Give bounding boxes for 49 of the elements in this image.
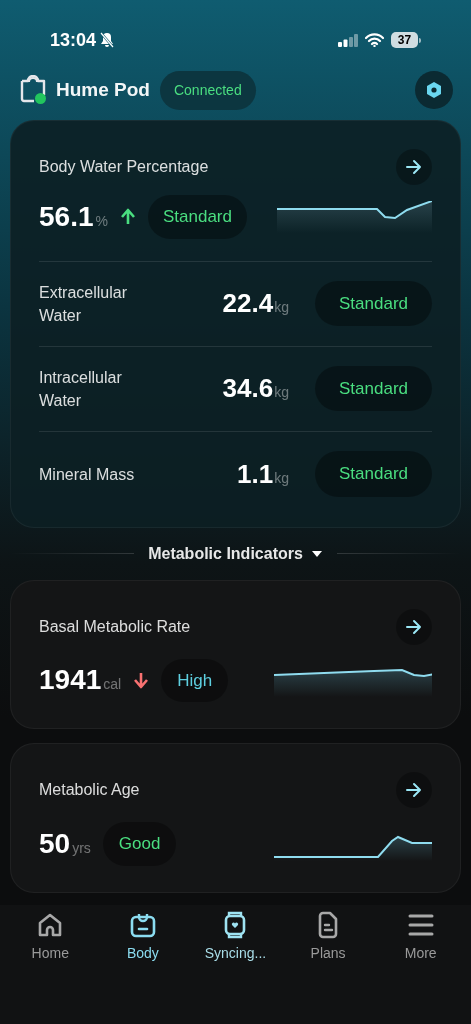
metric-value: 56.1 (39, 199, 94, 234)
metric-value: 22.4 (222, 287, 274, 320)
metric-unit: kg (274, 298, 289, 317)
metric-title: Metabolic Age (39, 780, 140, 800)
clipboard-icon (128, 911, 157, 939)
tab-item[interactable]: Syncing... (190, 911, 281, 1024)
metric-value: 1.1 (237, 457, 274, 491)
detail-arrow-button[interactable] (396, 149, 432, 185)
arrow-up-icon (119, 208, 136, 226)
status-time: 13:04 (50, 28, 97, 52)
tab-item[interactable]: Home (5, 911, 96, 1024)
arrow-right-icon (405, 159, 423, 175)
metric-unit: % (95, 211, 108, 231)
tab-item[interactable]: Body (97, 911, 188, 1024)
metric-unit: yrs (72, 838, 91, 858)
metric-value: 34.6 (222, 372, 274, 405)
wifi-icon (365, 33, 384, 47)
metric-value: 50 (39, 826, 71, 861)
metric-unit: kg (274, 468, 289, 488)
settings-icon (425, 81, 443, 99)
metric-title: Body Water Percentage (39, 157, 209, 177)
connection-badge: Connected (159, 70, 256, 110)
metric-unit: cal (103, 675, 122, 695)
settings-button[interactable] (415, 71, 453, 109)
status-badge: Standard (315, 451, 432, 497)
signal-icon (338, 33, 358, 47)
metric-label: Intracellular Water (39, 367, 123, 411)
metric-label: Mineral Mass (39, 464, 136, 485)
metric-unit: kg (274, 383, 289, 402)
metric-label: Extracellular Water (39, 282, 129, 326)
metric-value: 1941 (39, 663, 102, 698)
section-toggle[interactable]: Metabolic Indicators (148, 541, 323, 566)
status-badge: Good (102, 822, 177, 866)
arrow-down-icon (133, 671, 150, 689)
detail-arrow-button[interactable] (396, 608, 432, 645)
status-badge: High (161, 658, 229, 702)
detail-arrow-button[interactable] (396, 772, 432, 808)
arrow-right-icon (405, 782, 423, 798)
metric-title: Basal Metabolic Rate (39, 616, 191, 637)
status-badge: Standard (315, 365, 432, 412)
device-connected-icon (18, 75, 48, 105)
bell-muted-icon (100, 32, 115, 48)
tab-item[interactable]: Plans (283, 911, 374, 1024)
tab-item[interactable]: More (375, 911, 466, 1024)
status-badge: Standard (147, 195, 247, 239)
status-badge: Standard (315, 280, 432, 327)
arrow-right-icon (405, 618, 423, 635)
device-name: Hume Pod (56, 77, 150, 102)
battery-level: 37 (391, 32, 418, 48)
